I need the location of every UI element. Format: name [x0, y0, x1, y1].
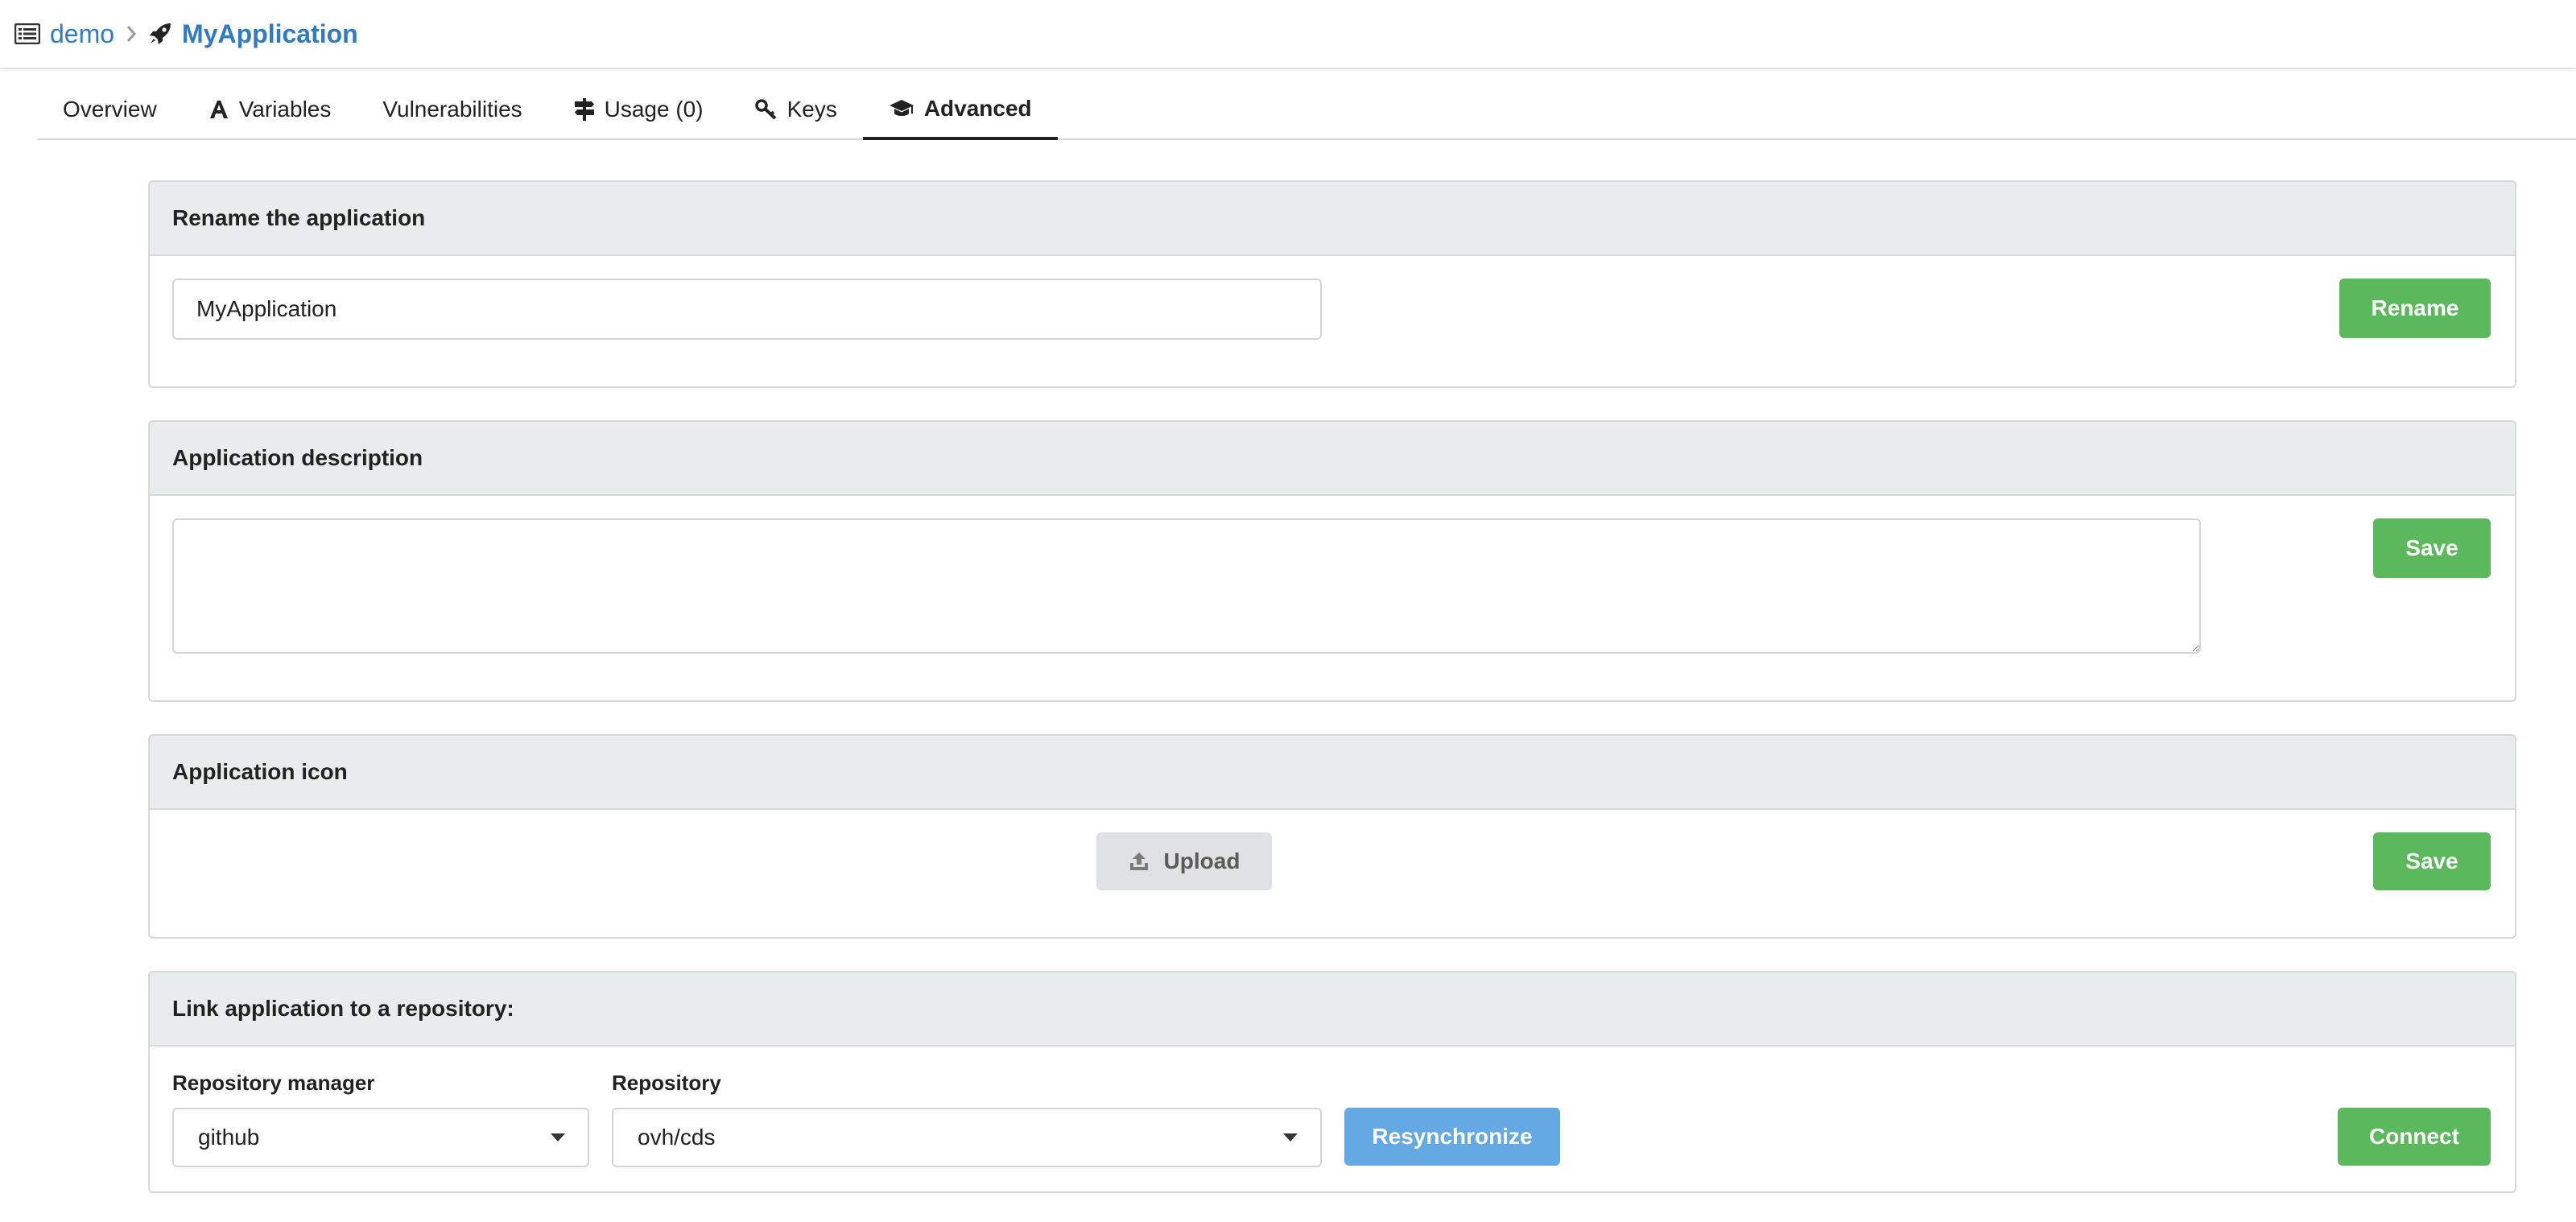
save-icon-button[interactable]: Save [2373, 832, 2491, 890]
application-icon-card-title: Application icon [150, 736, 2515, 810]
tab-advanced[interactable]: Advanced [862, 81, 1058, 140]
caret-down-icon [1283, 1133, 1298, 1141]
description-card: Application description Save [148, 420, 2516, 702]
repository-manager-value: github [198, 1125, 260, 1150]
tab-label: Overview [63, 97, 157, 122]
tab-variables[interactable]: Variables [183, 81, 357, 138]
breadcrumb-application-link[interactable]: MyApplication [182, 19, 358, 49]
graduation-cap-icon [889, 99, 914, 118]
application-name-input[interactable] [172, 279, 1322, 340]
upload-button[interactable]: Upload [1096, 832, 1272, 890]
tab-overview[interactable]: Overview [37, 81, 183, 138]
tab-label: Advanced [923, 96, 1032, 121]
chevron-right-icon [126, 25, 137, 43]
repository-card-title: Link application to a repository: [150, 972, 2515, 1047]
rocket-icon [148, 22, 172, 46]
caret-down-icon [551, 1133, 565, 1141]
application-icon-card: Application icon Upload Save [148, 734, 2516, 939]
repository-select[interactable]: ovh/cds [612, 1108, 1322, 1167]
rename-card-title: Rename the application [150, 182, 2515, 256]
repository-label: Repository [612, 1071, 721, 1095]
tab-usage[interactable]: Usage (0) [548, 81, 729, 138]
repository-card: Link application to a repository: Reposi… [148, 971, 2516, 1193]
breadcrumb-project-link[interactable]: demo [50, 19, 114, 49]
connect-button[interactable]: Connect [2338, 1108, 2491, 1166]
upload-label: Upload [1163, 848, 1241, 873]
repository-manager-label: Repository manager [172, 1071, 375, 1095]
rename-button[interactable]: Rename [2339, 279, 2491, 338]
top-bar: demo MyApplication [0, 0, 2576, 69]
upload-icon [1129, 851, 1150, 872]
list-icon [14, 23, 40, 44]
signpost-icon [574, 98, 595, 121]
resynchronize-button[interactable]: Resynchronize [1344, 1108, 1560, 1166]
tab-label: Usage (0) [604, 97, 704, 122]
rename-card: Rename the application Rename [148, 180, 2516, 388]
repository-value: ovh/cds [638, 1125, 716, 1150]
tab-label: Variables [238, 97, 332, 122]
save-description-button[interactable]: Save [2373, 518, 2491, 578]
breadcrumb: demo MyApplication [14, 19, 358, 49]
tab-keys[interactable]: Keys [729, 81, 863, 138]
description-textarea[interactable] [172, 518, 2201, 654]
repository-manager-select[interactable]: github [172, 1108, 589, 1167]
tab-vulnerabilities[interactable]: Vulnerabilities [357, 81, 547, 138]
application-tabs: Overview Variables Vulnerabilities Usage… [37, 81, 2576, 140]
tab-label: Keys [786, 97, 837, 122]
description-card-title: Application description [150, 422, 2515, 496]
tab-label: Vulnerabilities [382, 97, 522, 122]
key-icon [754, 99, 778, 120]
font-icon [208, 99, 229, 120]
